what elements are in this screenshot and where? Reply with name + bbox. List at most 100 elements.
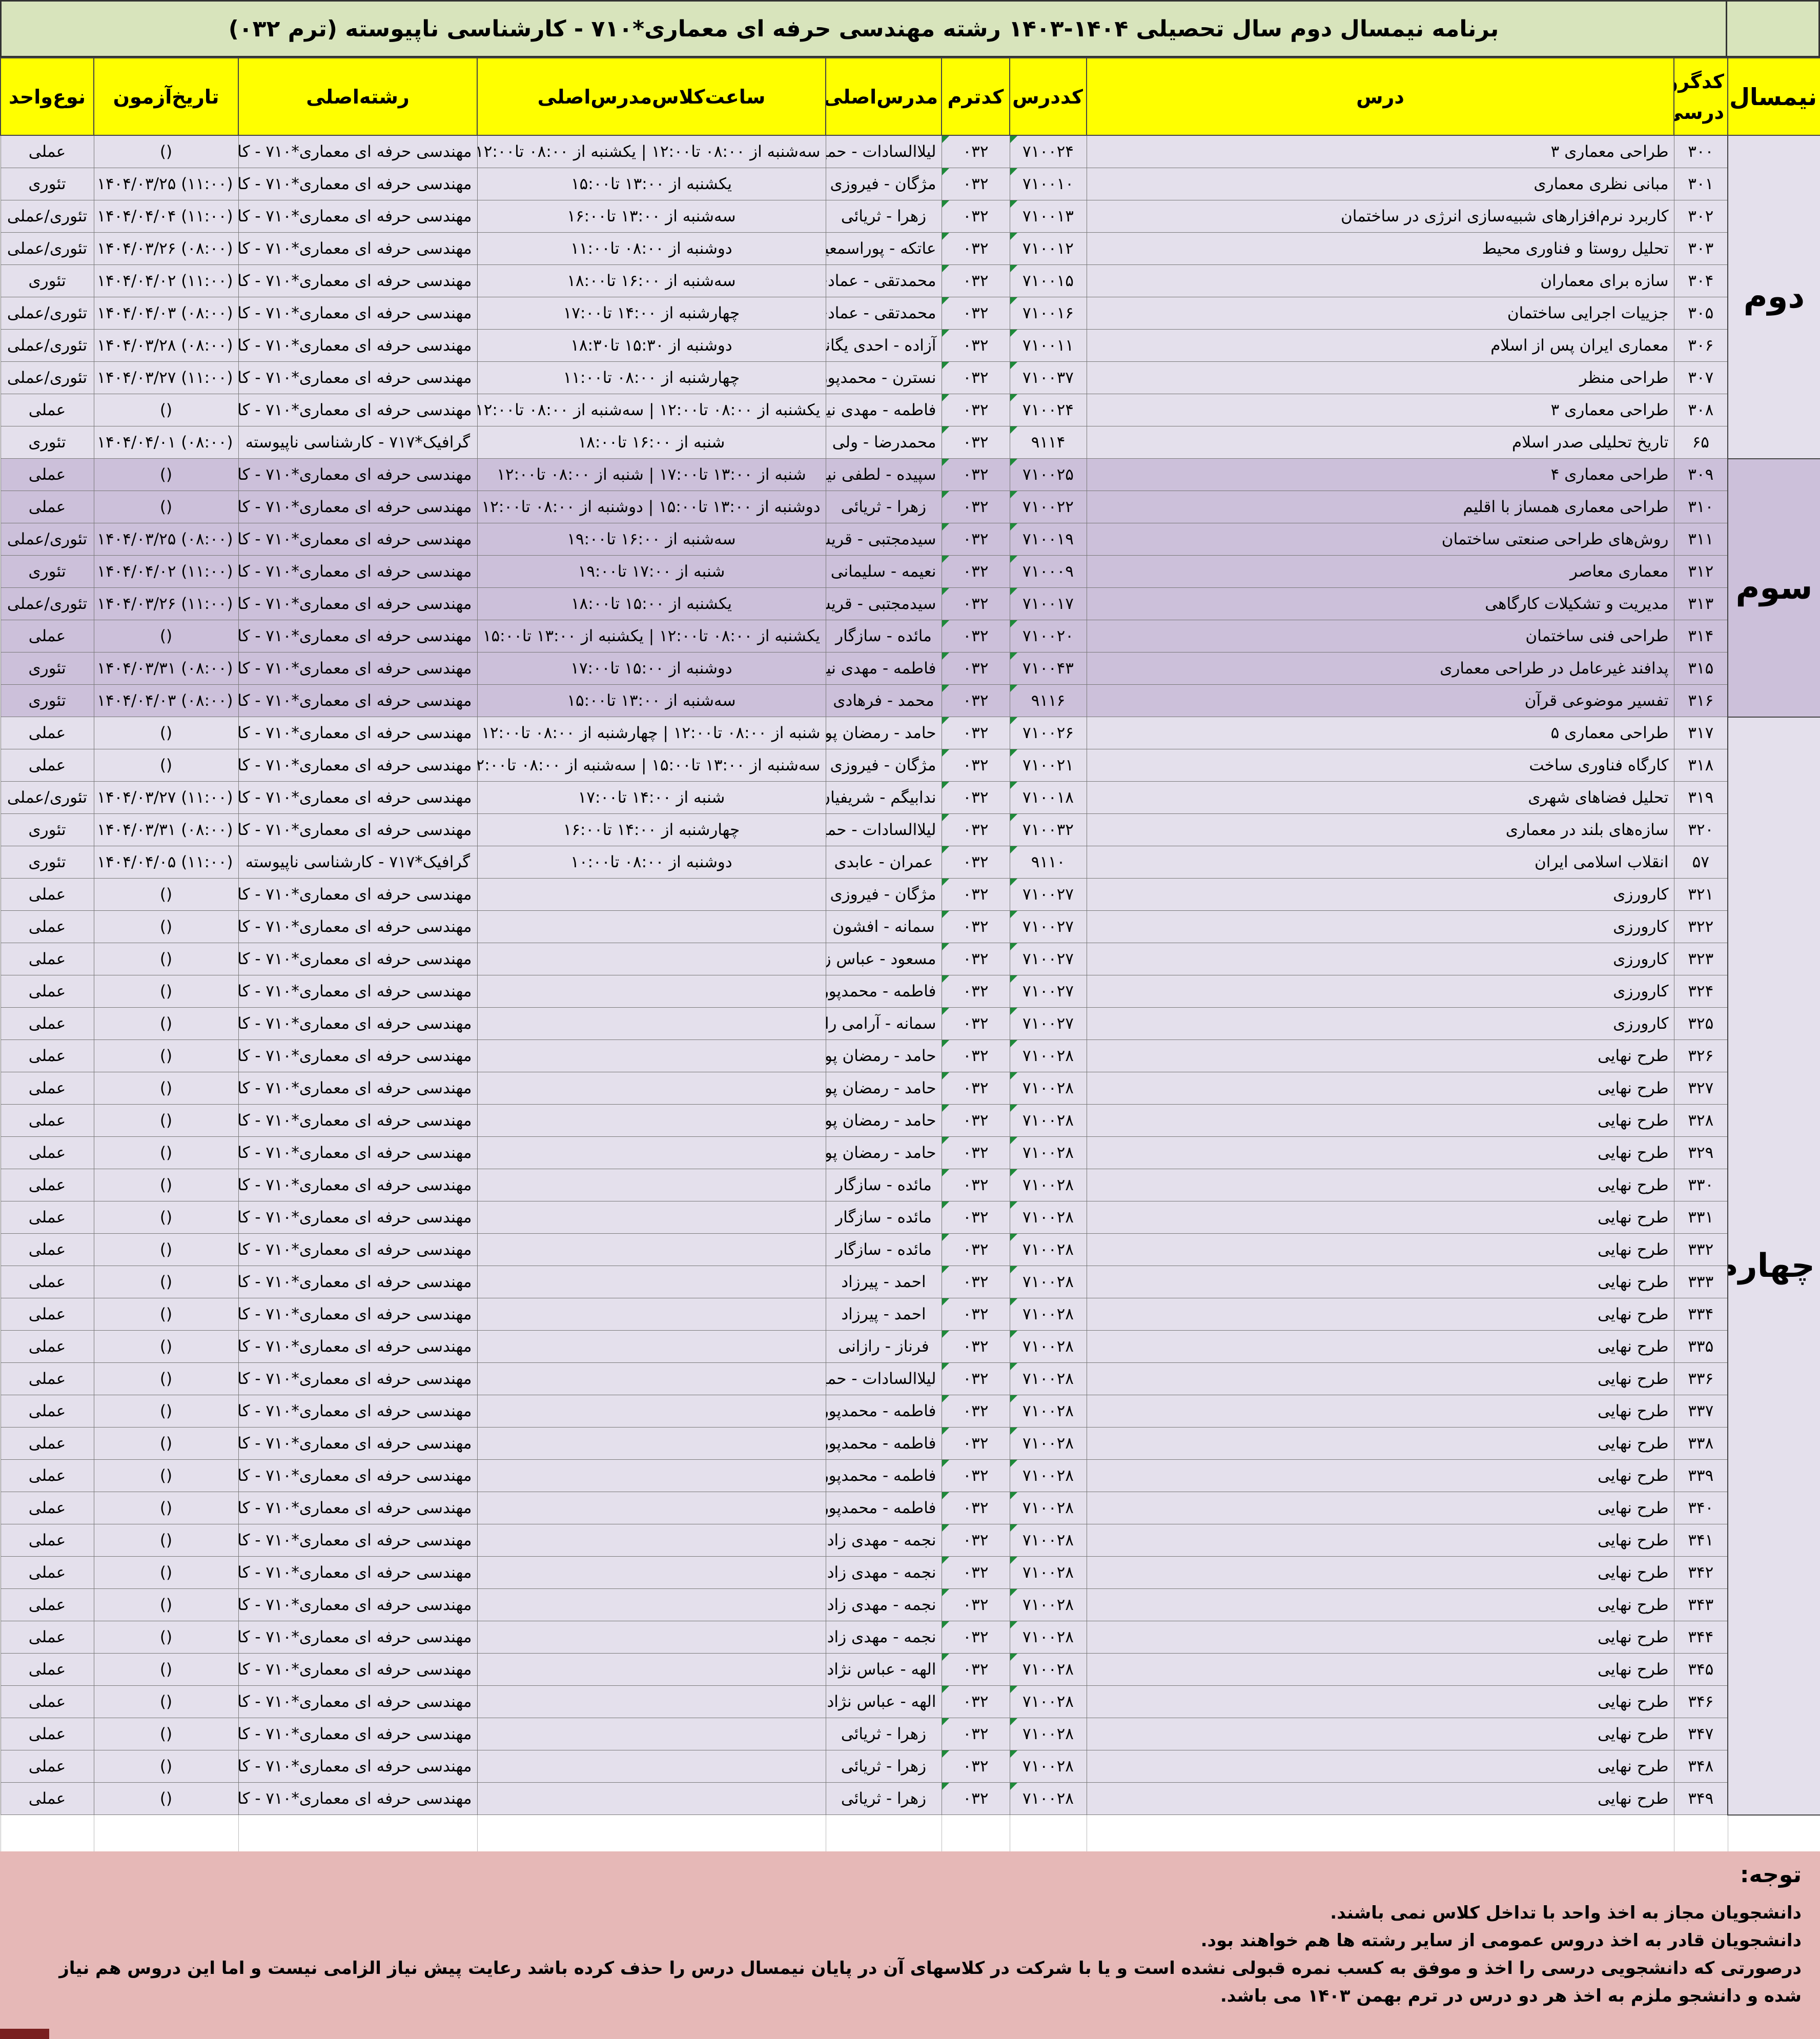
table-row: ۳۰۱ مبانی نظری معماری ۷۱۰۰۱۰ ۰۳۲ مژگان - فیر… [0, 168, 1820, 200]
field-cell: مهندسی حرفه ای معماری*۷۱۰ - کارشناسی ناپ… [238, 523, 478, 556]
class-time-cell [477, 1007, 826, 1040]
unit-type-cell: عملی [0, 620, 94, 653]
class-time-cell [477, 1266, 826, 1298]
unit-type-cell: عملی [0, 1653, 94, 1686]
course-name-cell: طرح نهایی [1086, 1718, 1674, 1750]
term-code-cell: ۰۳۲ [941, 813, 1010, 846]
exam-date-cell: () [93, 1169, 239, 1201]
course-code-cell: ۷۱۰۰۱۳ [1009, 200, 1087, 233]
course-code-cell: ۷۱۰۰۲۸ [1009, 1492, 1087, 1524]
group-code-cell: ۳۰۱ [1673, 168, 1728, 200]
table-row: ۳۲۵ کارورزی ۷۱۰۰۲۷ ۰۳۲ سمانه - آرامی راد مهند… [0, 1007, 1820, 1040]
group-code-cell: ۳۳۹ [1673, 1459, 1728, 1492]
course-name-cell: کارورزی [1086, 878, 1674, 911]
course-code-cell: ۷۱۰۰۲۷ [1009, 1007, 1087, 1040]
unit-type-cell: تئوری/عملی [0, 781, 94, 814]
class-time-cell: چهارشنبه از ۰۸:۰۰ تا۱۱:۰۰ [477, 361, 826, 394]
term-code-cell: ۰۳۲ [941, 1330, 1010, 1363]
term-code-cell: ۰۳۲ [941, 620, 1010, 653]
course-code-cell: ۷۱۰۰۲۸ [1009, 1685, 1087, 1718]
class-time-cell [477, 1459, 826, 1492]
field-cell: مهندسی حرفه ای معماری*۷۱۰ - کارشناسی ناپ… [238, 1233, 478, 1266]
field-cell: مهندسی حرفه ای معماری*۷۱۰ - کارشناسی ناپ… [238, 1427, 478, 1460]
course-code-cell: ۷۱۰۰۱۵ [1009, 264, 1087, 297]
term-code-cell: ۰۳۲ [941, 846, 1010, 879]
course-name-cell: طرح نهایی [1086, 1524, 1674, 1557]
semester-label: دوم [1727, 135, 1820, 459]
teacher-cell: مائده - سازگار [825, 620, 942, 653]
course-code-cell: ۷۱۰۰۲۸ [1009, 1169, 1087, 1201]
term-code-cell: ۰۳۲ [941, 1556, 1010, 1589]
course-name-cell: طرح نهایی [1086, 1362, 1674, 1395]
teacher-cell: زهرا - ثریائی [825, 1718, 942, 1750]
term-code-cell: ۰۳۲ [941, 1169, 1010, 1201]
unit-type-cell: عملی [0, 1556, 94, 1589]
table-row: ۳۱۹ تحلیل فضاهای شهری ۷۱۰۰۱۸ ۰۳۲ ندابیگم - ش… [0, 781, 1820, 814]
course-code-cell: ۷۱۰۰۲۸ [1009, 1104, 1087, 1137]
field-cell: مهندسی حرفه ای معماری*۷۱۰ - کارشناسی ناپ… [238, 1201, 478, 1234]
group-code-cell: ۳۰۰ [1673, 135, 1728, 168]
course-code-cell: ۷۱۰۰۲۸ [1009, 1556, 1087, 1589]
term-code-cell: ۰۳۲ [941, 1653, 1010, 1686]
field-cell: مهندسی حرفه ای معماری*۷۱۰ - کارشناسی ناپ… [238, 1621, 478, 1654]
class-time-cell: سه‌شنبه از ۰۸:۰۰ تا۱۲:۰۰ | یکشنبه از ۰۸:… [477, 135, 826, 168]
field-cell: مهندسی حرفه ای معماری*۷۱۰ - کارشناسی ناپ… [238, 652, 478, 685]
group-code-cell: ۳۱۳ [1673, 587, 1728, 620]
group-code-cell: ۳۲۶ [1673, 1039, 1728, 1072]
table-row: ۳۳۸طرح نهایی۷۱۰۰۲۸۰۳۲فاطمه - محمدپورکبری… [0, 1427, 1820, 1460]
table-row: دوم ۳۰۰ طراحی معماری ۳ ۷۱۰۰۲۴ ۰۳۲ لیلاالسادات… [0, 135, 1820, 459]
group-code-cell: ۳۲۸ [1673, 1104, 1728, 1137]
teacher-cell: نجمه - مهدی زاده [825, 1524, 942, 1557]
group-code-cell: ۳۴۹ [1673, 1782, 1728, 1815]
table-row: ۳۳۹طرح نهایی۷۱۰۰۲۸۰۳۲فاطمه - محمدپورکبری… [0, 1459, 1820, 1492]
field-cell: مهندسی حرفه ای معماری*۷۱۰ - کارشناسی ناپ… [238, 1039, 478, 1072]
teacher-cell: محمدرضا - ولی نژادکشتلی [825, 426, 942, 459]
unit-type-cell: تئوری [0, 264, 94, 297]
title-bar: برنامه نیمسال دوم سال تحصیلی ۱۴۰۴-۱۴۰۳ ر… [0, 0, 1820, 57]
course-code-cell: ۷۱۰۰۱۱ [1009, 329, 1087, 362]
field-cell: مهندسی حرفه ای معماری*۷۱۰ - کارشناسی ناپ… [238, 1459, 478, 1492]
course-code-cell: ۹۱۱۶ [1009, 684, 1087, 717]
course-code-cell: ۷۱۰۰۲۲ [1009, 491, 1087, 523]
course-name-cell: طرح نهایی [1086, 1330, 1674, 1363]
teacher-cell: محمدتقی - عمادی [825, 297, 942, 330]
teacher-cell: زهرا - ثریائی [825, 200, 942, 233]
teacher-cell: آزاده - احدی یگانه [825, 329, 942, 362]
class-time-cell [477, 1750, 826, 1783]
group-code-cell: ۳۱۷ [1673, 717, 1728, 749]
class-time-cell [477, 1330, 826, 1363]
teacher-cell: نسترن - محمدپور [825, 361, 942, 394]
group-code-cell: ۳۱۰ [1673, 491, 1728, 523]
course-name-cell: طرح نهایی [1086, 1653, 1674, 1686]
field-cell: مهندسی حرفه ای معماری*۷۱۰ - کارشناسی ناپ… [238, 781, 478, 814]
teacher-cell: فاطمه - محمدپورکبریا [825, 1427, 942, 1460]
unit-type-cell: تئوری [0, 846, 94, 879]
field-cell: مهندسی حرفه ای معماری*۷۱۰ - کارشناسی ناپ… [238, 1362, 478, 1395]
exam-date-cell: () [93, 1492, 239, 1524]
teacher-cell: مژگان - فیروزی [825, 168, 942, 200]
course-code-cell: ۹۱۱۰ [1009, 846, 1087, 879]
table-row: ۵۷ انقلاب اسلامی ایران ۹۱۱۰ ۰۳۲ عمران - عابد… [0, 846, 1820, 879]
group-code-cell: ۳۰۷ [1673, 361, 1728, 394]
group-code-cell: ۳۴۵ [1673, 1653, 1728, 1686]
course-name-cell: پدافند غیرعامل در طراحی معماری [1086, 652, 1674, 685]
course-code-cell: ۷۱۰۰۲۸ [1009, 1653, 1087, 1686]
group-code-cell: ۶۵ [1673, 426, 1728, 459]
exam-date-cell: (۰۸:۰۰) ۱۴۰۴/۰۳/۳۱ [93, 813, 239, 846]
unit-type-cell: تئوری/عملی [0, 329, 94, 362]
term-code-cell: ۰۳۲ [941, 975, 1010, 1008]
course-name-cell: طراحی منظر [1086, 361, 1674, 394]
course-name-cell: طرح نهایی [1086, 1427, 1674, 1460]
group-code-cell: ۳۰۲ [1673, 200, 1728, 233]
class-time-cell: دوشنبه از ۱۵:۰۰ تا۱۷:۰۰ [477, 652, 826, 685]
teacher-cell: ندابیگم - شریفیان [825, 781, 942, 814]
header-term-code: کدترم [941, 57, 1010, 136]
term-code-cell: ۰۳۲ [941, 264, 1010, 297]
class-time-cell [477, 1072, 826, 1105]
field-cell: مهندسی حرفه ای معماری*۷۱۰ - کارشناسی ناپ… [238, 135, 478, 168]
group-code-cell: ۳۴۴ [1673, 1621, 1728, 1654]
course-code-cell: ۷۱۰۰۱۸ [1009, 781, 1087, 814]
course-code-cell: ۷۱۰۰۲۴ [1009, 394, 1087, 426]
field-cell: مهندسی حرفه ای معماری*۷۱۰ - کارشناسی ناپ… [238, 975, 478, 1008]
course-code-cell: ۷۱۰۰۱۹ [1009, 523, 1087, 556]
